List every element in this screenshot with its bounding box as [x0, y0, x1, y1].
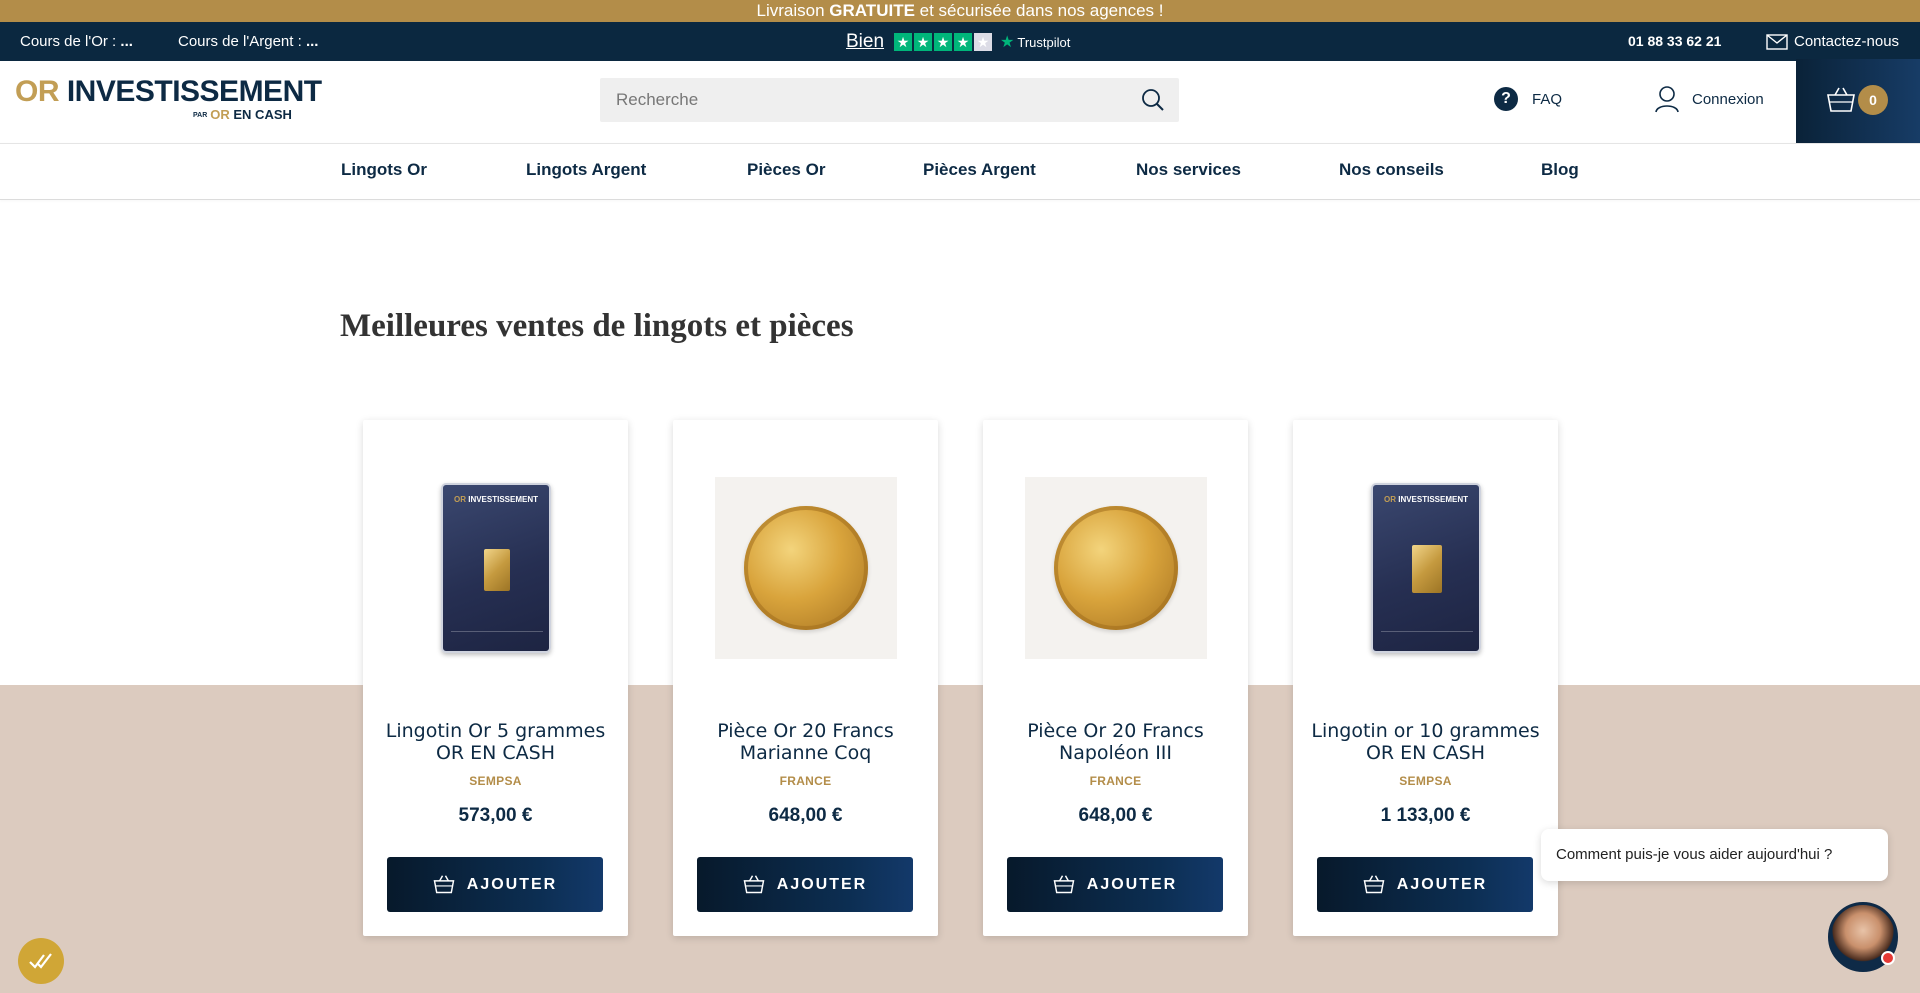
silver-rate[interactable]: Cours de l'Argent : ... — [178, 22, 318, 61]
product-name[interactable]: Pièce Or 20 Francs Napoléon III — [993, 720, 1238, 764]
contact-link[interactable]: Contactez-nous — [1766, 22, 1899, 61]
site-header: OR INVESTISSEMENT PAROR EN CASH ? FAQ Co… — [0, 61, 1920, 143]
product-price: 648,00 € — [768, 805, 843, 826]
add-to-cart-button[interactable]: AJOUTER — [1007, 857, 1223, 912]
add-to-cart-button[interactable]: AJOUTER — [697, 857, 913, 912]
cart-count-badge: 0 — [1858, 85, 1888, 115]
logo-sub-or: OR — [210, 107, 230, 122]
basket-icon — [1827, 87, 1855, 112]
product-image[interactable] — [1023, 475, 1209, 661]
site-logo[interactable]: OR INVESTISSEMENT PAR OR EN CASH — [15, 75, 322, 123]
faq-link[interactable]: ? FAQ — [1494, 87, 1562, 111]
main-nav: Lingots Or Lingots Argent Pièces Or Pièc… — [0, 143, 1920, 200]
nav-lingots-or[interactable]: Lingots Or — [341, 144, 427, 196]
login-label: Connexion — [1692, 90, 1764, 108]
add-to-cart-label: AJOUTER — [466, 875, 558, 893]
product-card[interactable]: Pièce Or 20 Francs Marianne Coq FRANCE 6… — [673, 420, 938, 936]
gold-rate[interactable]: Cours de l'Or : ... — [20, 22, 133, 61]
product-price: 573,00 € — [458, 805, 533, 826]
cookie-consent-button[interactable] — [18, 938, 64, 984]
basket-icon — [433, 875, 455, 894]
star-icon: ★ — [954, 33, 973, 51]
gold-ingot — [1412, 545, 1442, 593]
search-bar — [600, 78, 1179, 122]
gold-bar-pack-image: OR INVESTISSEMENT — [1371, 483, 1481, 653]
trustpilot-stars: ★ ★ ★ ★ ★ — [894, 33, 993, 51]
product-card[interactable]: Pièce Or 20 Francs Napoléon III FRANCE 6… — [983, 420, 1248, 936]
question-icon: ? — [1494, 87, 1518, 111]
basket-icon — [1363, 875, 1385, 894]
gold-bar-pack-image: OR INVESTISSEMENT — [441, 483, 551, 653]
product-brand: FRANCE — [1089, 774, 1142, 788]
envelope-icon — [1766, 33, 1788, 50]
nav-pieces-or[interactable]: Pièces Or — [747, 144, 825, 196]
promo-text-bold: GRATUITE — [829, 1, 915, 20]
trustpilot-widget[interactable]: Bien ★ ★ ★ ★ ★ ★ Trustpilot — [846, 31, 1070, 53]
product-name[interactable]: Lingotin or 10 grammes OR EN CASH — [1303, 720, 1548, 764]
product-brand: SEMPSA — [469, 774, 522, 788]
chat-message-bubble[interactable]: Comment puis-je vous aider aujourd'hui ? — [1541, 829, 1888, 881]
trustpilot-rating-word[interactable]: Bien — [846, 31, 884, 53]
nav-nos-services[interactable]: Nos services — [1136, 144, 1241, 196]
gold-rate-value: ... — [120, 33, 133, 50]
search-input[interactable] — [600, 78, 1120, 122]
section-title: Meilleures ventes de lingots et pièces — [340, 308, 854, 344]
gold-coin-image — [1054, 506, 1178, 630]
promo-text-post: et sécurisée dans nos agences ! — [919, 1, 1164, 20]
promo-banner: Livraison GRATUITE et sécurisée dans nos… — [0, 0, 1920, 22]
star-icon: ★ — [894, 33, 913, 51]
basket-icon — [743, 875, 765, 894]
product-name[interactable]: Lingotin Or 5 grammes OR EN CASH — [373, 720, 618, 764]
phone-number[interactable]: 01 88 33 62 21 — [1628, 22, 1721, 61]
gold-coin-image — [744, 506, 868, 630]
star-icon: ★ — [914, 33, 933, 51]
double-check-icon — [29, 953, 52, 969]
product-image[interactable] — [713, 475, 899, 661]
trustpilot-star-icon: ★ — [1000, 34, 1015, 51]
gold-ingot — [484, 549, 510, 591]
nav-blog[interactable]: Blog — [1541, 144, 1579, 196]
product-card[interactable]: OR INVESTISSEMENT Lingotin Or 5 grammes … — [363, 420, 628, 936]
silver-rate-label: Cours de l'Argent : — [178, 33, 302, 50]
nav-lingots-argent[interactable]: Lingots Argent — [526, 144, 646, 196]
notification-dot — [1881, 951, 1895, 965]
logo-or: OR — [15, 75, 60, 108]
logo-sub: EN CASH — [233, 107, 292, 122]
logo-main: INVESTISSEMENT — [66, 75, 322, 108]
add-to-cart-button[interactable]: AJOUTER — [1317, 857, 1533, 912]
product-price: 648,00 € — [1078, 805, 1153, 826]
trustpilot-logo: ★ Trustpilot — [1000, 32, 1070, 52]
add-to-cart-label: AJOUTER — [1396, 875, 1488, 893]
silver-rate-value: ... — [305, 33, 319, 50]
info-bar: Cours de l'Or : ... Cours de l'Argent : … — [0, 22, 1920, 61]
cart-button[interactable]: 0 — [1796, 59, 1920, 143]
chat-avatar[interactable] — [1828, 902, 1898, 972]
product-card[interactable]: OR INVESTISSEMENT Lingotin or 10 grammes… — [1293, 420, 1558, 936]
product-name[interactable]: Pièce Or 20 Francs Marianne Coq — [683, 720, 928, 764]
add-to-cart-label: AJOUTER — [776, 875, 868, 893]
login-link[interactable]: Connexion — [1654, 85, 1764, 113]
search-icon[interactable] — [1141, 88, 1165, 112]
basket-icon — [1053, 875, 1075, 894]
product-brand: FRANCE — [779, 774, 832, 788]
star-icon: ★ — [934, 33, 953, 51]
add-to-cart-label: AJOUTER — [1086, 875, 1178, 893]
nav-pieces-argent[interactable]: Pièces Argent — [923, 144, 1036, 196]
trustpilot-brand-label: Trustpilot — [1017, 34, 1071, 50]
product-price: 1 133,00 € — [1380, 805, 1471, 826]
nav-nos-conseils[interactable]: Nos conseils — [1339, 144, 1444, 196]
user-icon — [1655, 86, 1679, 113]
add-to-cart-button[interactable]: AJOUTER — [387, 857, 603, 912]
promo-text-pre: Livraison — [756, 1, 825, 20]
product-image[interactable]: OR INVESTISSEMENT — [403, 475, 589, 661]
gold-rate-label: Cours de l'Or : — [20, 33, 117, 50]
contact-label: Contactez-nous — [1794, 33, 1900, 50]
product-brand: SEMPSA — [1399, 774, 1452, 788]
star-empty-icon: ★ — [974, 33, 993, 51]
logo-par: PAR — [193, 112, 208, 120]
faq-label: FAQ — [1532, 90, 1563, 108]
product-image[interactable]: OR INVESTISSEMENT — [1333, 475, 1519, 661]
